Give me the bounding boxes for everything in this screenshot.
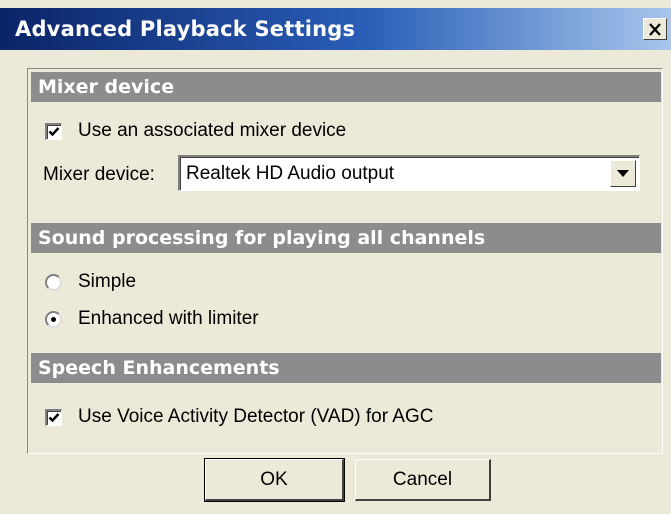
mixer-device-select[interactable]: Realtek HD Audio output [178, 155, 640, 191]
use-mixer-checkbox[interactable] [45, 123, 62, 140]
close-button[interactable] [643, 18, 667, 40]
chevron-down-icon [617, 170, 629, 177]
radio-simple[interactable] [45, 274, 62, 291]
radio-selected-dot [51, 317, 56, 322]
radio-enhanced-with-limiter[interactable] [45, 311, 62, 328]
vad-label[interactable]: Use Voice Activity Detector (VAD) for AG… [78, 406, 433, 428]
window-title: Advanced Playback Settings [15, 17, 356, 41]
checkmark-icon [48, 413, 60, 423]
advanced-playback-settings-dialog: Advanced Playback Settings Mixer device … [0, 0, 671, 514]
section-header-speech-enhancements: Speech Enhancements [31, 353, 661, 383]
ok-button[interactable]: OK [204, 458, 345, 502]
dropdown-button[interactable] [610, 160, 636, 187]
vad-checkbox[interactable] [45, 409, 62, 426]
use-mixer-label[interactable]: Use an associated mixer device [78, 120, 346, 142]
settings-panel: Mixer device Use an associated mixer dev… [27, 68, 663, 454]
section-header-sound-processing: Sound processing for playing all channel… [31, 223, 661, 253]
cancel-button[interactable]: Cancel [355, 459, 491, 501]
mixer-device-label: Mixer device: [43, 164, 155, 185]
mixer-device-value: Realtek HD Audio output [186, 163, 395, 184]
close-icon [649, 22, 661, 36]
radio-simple-label[interactable]: Simple [78, 271, 136, 293]
section-header-mixer-device: Mixer device [31, 72, 661, 102]
radio-enhanced-label[interactable]: Enhanced with limiter [78, 308, 259, 330]
checkmark-icon [48, 127, 60, 137]
title-bar[interactable]: Advanced Playback Settings [0, 8, 671, 50]
